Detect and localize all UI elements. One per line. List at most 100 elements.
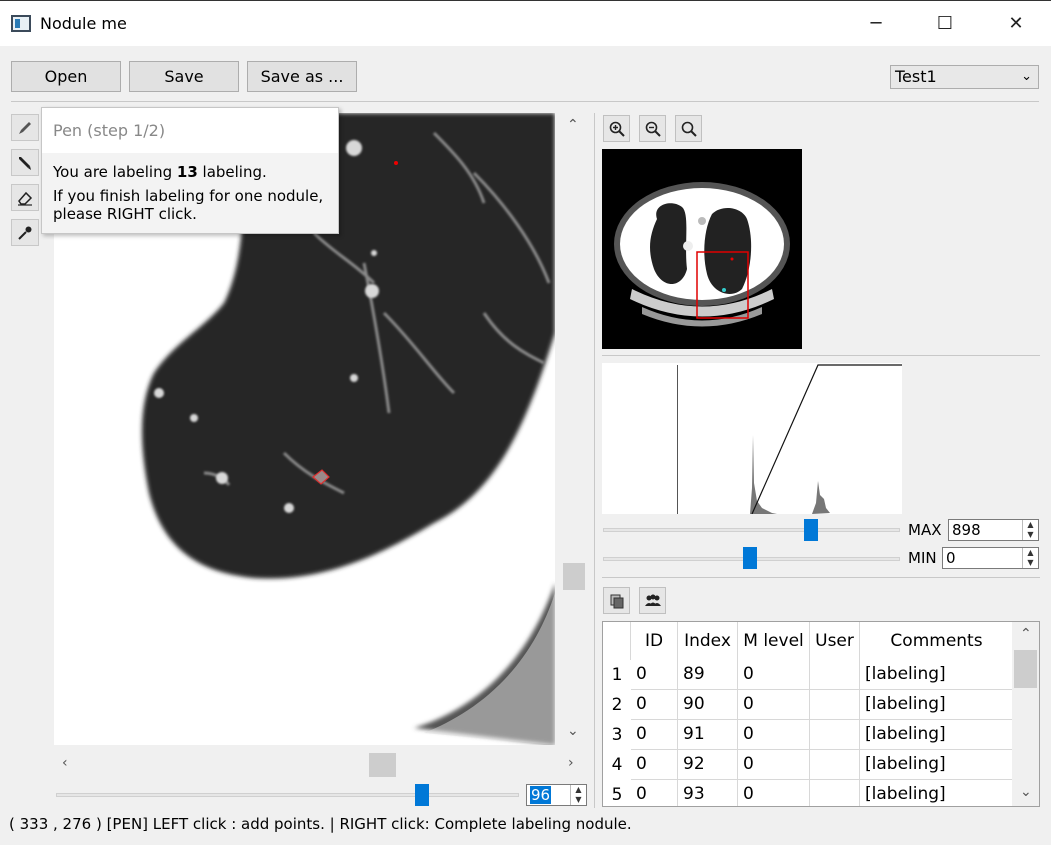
viewer-vertical-scrollbar[interactable]: ⌃ ⌄ bbox=[562, 113, 586, 745]
pen-icon bbox=[19, 121, 31, 134]
column-header-id[interactable]: ID bbox=[631, 622, 678, 660]
cell-comments[interactable]: [labeling] bbox=[860, 750, 1013, 780]
pen-tool-button[interactable] bbox=[11, 114, 39, 141]
brush-tool-button[interactable] bbox=[11, 149, 39, 176]
row-number[interactable]: 5 bbox=[603, 780, 631, 806]
scroll-left-icon[interactable]: ‹ bbox=[62, 755, 68, 771]
row-number[interactable]: 2 bbox=[603, 690, 631, 720]
cell-index[interactable]: 91 bbox=[678, 720, 738, 750]
cell-comments[interactable]: [labeling] bbox=[860, 780, 1013, 806]
column-header-user[interactable]: User bbox=[810, 622, 860, 660]
scroll-right-icon[interactable]: › bbox=[568, 755, 574, 771]
min-slider-handle[interactable] bbox=[743, 547, 758, 569]
min-value: 0 bbox=[946, 549, 956, 567]
row-number[interactable]: 1 bbox=[603, 660, 631, 690]
slice-slider-handle[interactable] bbox=[415, 784, 430, 806]
max-spinbox[interactable]: 898 ▲ ▼ bbox=[948, 519, 1039, 541]
zoom-in-button[interactable] bbox=[603, 115, 630, 142]
dataset-select[interactable]: Test1 ⌄ bbox=[890, 65, 1039, 89]
table-header: ID Index M level User Comments bbox=[603, 622, 1013, 660]
scroll-down-icon[interactable]: ⌄ bbox=[567, 723, 579, 739]
spin-arrows-icon[interactable]: ▲ ▼ bbox=[1022, 520, 1038, 540]
title-bar: Nodule me ─ ☐ ✕ bbox=[0, 0, 1051, 46]
table-row[interactable]: 0 92 0 [labeling] bbox=[631, 750, 1013, 780]
max-value: 898 bbox=[952, 521, 981, 539]
cell-mlevel[interactable]: 0 bbox=[738, 690, 810, 720]
table-row[interactable]: 0 91 0 [labeling] bbox=[631, 720, 1013, 750]
table-row[interactable]: 0 89 0 [labeling] bbox=[631, 660, 1013, 690]
labels-table[interactable]: ID Index M level User Comments 1 0 89 0 … bbox=[602, 621, 1040, 807]
table-scroll-thumb[interactable] bbox=[1014, 650, 1037, 688]
cell-user[interactable] bbox=[810, 780, 860, 806]
eyedropper-tool-button[interactable] bbox=[11, 219, 39, 246]
viewer-vertical-scroll-thumb[interactable] bbox=[563, 563, 585, 590]
zoom-out-icon bbox=[645, 121, 661, 137]
open-button[interactable]: Open bbox=[11, 61, 121, 92]
panel-divider bbox=[594, 113, 595, 808]
users-button[interactable] bbox=[639, 587, 666, 614]
tooltip-title: Pen (step 1/2) bbox=[42, 108, 338, 153]
cell-index[interactable]: 90 bbox=[678, 690, 738, 720]
minimize-button[interactable]: ─ bbox=[841, 1, 911, 47]
cell-user[interactable] bbox=[810, 750, 860, 780]
column-header-index[interactable]: Index bbox=[678, 622, 738, 660]
table-vertical-scrollbar[interactable]: ⌃ ⌄ bbox=[1012, 622, 1039, 806]
cell-comments[interactable]: [labeling] bbox=[860, 720, 1013, 750]
close-button[interactable]: ✕ bbox=[981, 1, 1051, 47]
cell-id[interactable]: 0 bbox=[631, 780, 678, 806]
column-header-comments[interactable]: Comments bbox=[860, 622, 1013, 660]
labeling-count: 13 bbox=[176, 163, 198, 181]
cell-id[interactable]: 0 bbox=[631, 720, 678, 750]
cell-id[interactable]: 0 bbox=[631, 660, 678, 690]
max-slider-handle[interactable] bbox=[803, 519, 818, 541]
slice-slider-track[interactable] bbox=[56, 793, 519, 797]
spin-arrows-icon[interactable]: ▲ ▼ bbox=[570, 785, 586, 805]
level-divider bbox=[602, 577, 1040, 578]
intensity-histogram bbox=[602, 363, 902, 515]
zoom-fit-button[interactable] bbox=[675, 115, 702, 142]
spin-arrows-icon[interactable]: ▲ ▼ bbox=[1022, 548, 1038, 568]
row-number[interactable]: 4 bbox=[603, 750, 631, 780]
cell-user[interactable] bbox=[810, 660, 860, 690]
cell-mlevel[interactable]: 0 bbox=[738, 720, 810, 750]
row-number[interactable]: 3 bbox=[603, 720, 631, 750]
zoom-out-button[interactable] bbox=[639, 115, 666, 142]
copy-button[interactable] bbox=[603, 587, 630, 614]
cell-index[interactable]: 93 bbox=[678, 780, 738, 806]
cell-id[interactable]: 0 bbox=[631, 690, 678, 720]
zoom-fit-icon bbox=[681, 121, 697, 137]
slice-spinbox[interactable]: 96 ▲ ▼ bbox=[526, 784, 587, 806]
cell-comments[interactable]: [labeling] bbox=[860, 660, 1013, 690]
cell-mlevel[interactable]: 0 bbox=[738, 750, 810, 780]
cell-id[interactable]: 0 bbox=[631, 750, 678, 780]
viewer-horizontal-scroll-thumb[interactable] bbox=[369, 753, 396, 777]
cell-comments[interactable]: [labeling] bbox=[860, 690, 1013, 720]
eyedropper-icon bbox=[18, 226, 32, 240]
save-button[interactable]: Save bbox=[129, 61, 239, 92]
overview-thumbnail[interactable] bbox=[602, 149, 802, 349]
eraser-tool-button[interactable] bbox=[11, 184, 39, 211]
column-header-mlevel[interactable]: M level bbox=[738, 622, 810, 660]
users-icon bbox=[644, 594, 661, 606]
max-slider-track[interactable] bbox=[603, 528, 900, 532]
cell-index[interactable]: 92 bbox=[678, 750, 738, 780]
maximize-button[interactable]: ☐ bbox=[910, 1, 980, 47]
save-as-button[interactable]: Save as ... bbox=[247, 61, 357, 92]
cell-mlevel[interactable]: 0 bbox=[738, 660, 810, 690]
app-icon bbox=[11, 15, 31, 32]
table-row[interactable]: 0 90 0 [labeling] bbox=[631, 690, 1013, 720]
scroll-down-icon[interactable]: ⌄ bbox=[1020, 784, 1032, 800]
cell-user[interactable] bbox=[810, 720, 860, 750]
cell-user[interactable] bbox=[810, 690, 860, 720]
viewer-horizontal-scrollbar[interactable]: ‹ › bbox=[54, 751, 586, 781]
cell-index[interactable]: 89 bbox=[678, 660, 738, 690]
scroll-up-icon[interactable]: ⌃ bbox=[567, 117, 579, 133]
cell-mlevel[interactable]: 0 bbox=[738, 780, 810, 806]
min-spinbox[interactable]: 0 ▲ ▼ bbox=[942, 547, 1039, 569]
corner-header bbox=[603, 622, 631, 660]
scroll-up-icon[interactable]: ⌃ bbox=[1020, 626, 1032, 642]
overview-ct-image bbox=[602, 149, 802, 349]
table-row[interactable]: 0 93 0 [labeling] bbox=[631, 780, 1013, 806]
slice-value: 96 bbox=[530, 786, 552, 804]
eraser-icon bbox=[18, 191, 33, 206]
